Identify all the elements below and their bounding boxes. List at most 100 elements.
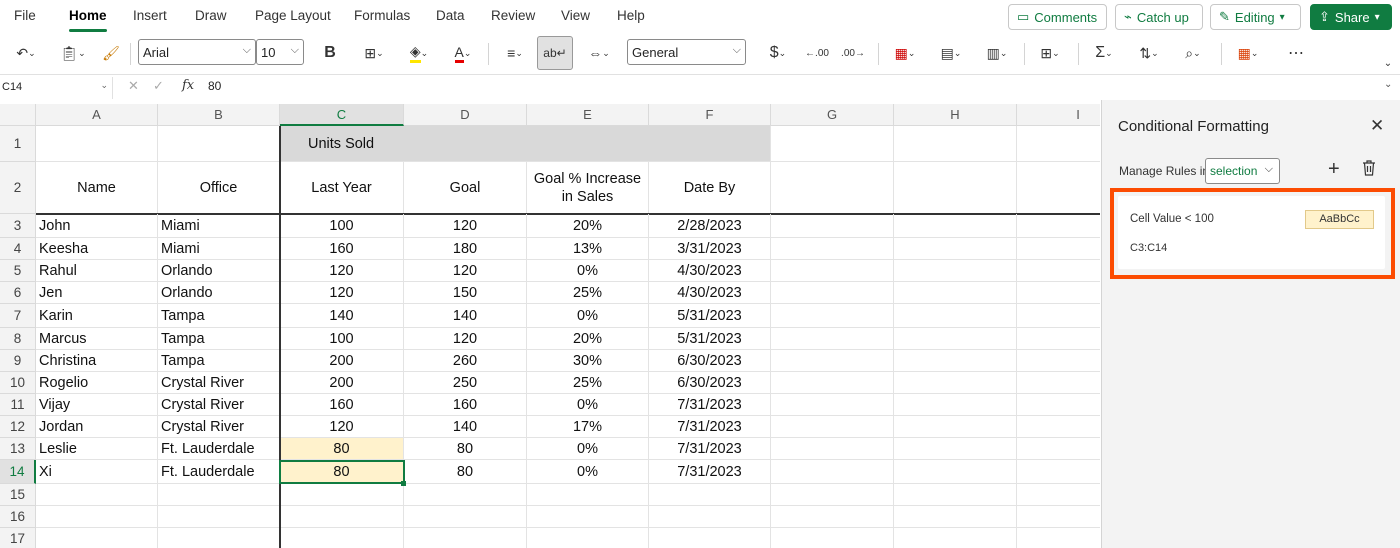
cell-i1[interactable] [1017,126,1100,162]
column-header-g[interactable]: G [771,104,894,126]
currency-button[interactable]: $ ⌄ [760,39,796,67]
empty-cell[interactable] [894,304,1017,328]
borders-button[interactable]: ⊞ ⌄ [356,39,392,67]
expand-ribbon-button[interactable]: ⌄ [1380,49,1396,77]
fill-color-button[interactable]: ◈ ⌄ [401,39,437,67]
empty-cell[interactable] [771,328,894,350]
empty-cell[interactable] [894,260,1017,282]
editing-button[interactable]: ✎ Editing ▾ [1210,4,1301,30]
empty-cell[interactable] [36,506,158,528]
empty-cell[interactable] [1017,506,1100,528]
cell-date-by[interactable]: 7/31/2023 [649,460,771,484]
empty-cell[interactable] [771,460,894,484]
cell-increase[interactable]: 0% [527,394,649,416]
row-header-3[interactable]: 3 [0,214,36,238]
office-header[interactable]: Office [158,162,280,214]
cell-increase[interactable]: 20% [527,328,649,350]
empty-cell[interactable] [894,372,1017,394]
date-by-header[interactable]: Date By [649,162,771,214]
empty-cell[interactable] [527,484,649,506]
cell-name[interactable]: Vijay [36,394,158,416]
empty-cell[interactable] [894,460,1017,484]
empty-cell[interactable] [771,394,894,416]
cell-office[interactable]: Ft. Lauderdale [158,460,280,484]
empty-cell[interactable] [894,350,1017,372]
cell-goal[interactable]: 180 [404,238,527,260]
goal-header[interactable]: Goal [404,162,527,214]
empty-cell[interactable] [1017,372,1100,394]
menu-draw[interactable]: Draw [195,8,227,23]
units-sold-header[interactable]: Units Sold [280,126,771,162]
cell-increase[interactable]: 13% [527,238,649,260]
menu-file[interactable]: File [14,8,36,23]
column-header-b[interactable]: B [158,104,280,126]
cell-name[interactable]: Jordan [36,416,158,438]
empty-cell[interactable] [1017,460,1100,484]
empty-cell[interactable] [1017,238,1100,260]
number-format-select[interactable]: General ⌵ [627,39,746,65]
cell-increase[interactable]: 20% [527,214,649,238]
row-header-2[interactable]: 2 [0,162,36,214]
name-header[interactable]: Name [36,162,158,214]
cell-goal[interactable]: 80 [404,438,527,460]
empty-cell[interactable] [1017,328,1100,350]
empty-cell[interactable] [649,484,771,506]
empty-cell[interactable] [771,506,894,528]
cell-last-year[interactable]: 100 [280,214,404,238]
cell-h1[interactable] [894,126,1017,162]
trash-icon[interactable] [1362,160,1376,181]
add-ins-button[interactable]: ▦ ⌄ [1230,39,1266,67]
cell-last-year[interactable]: 80 [280,438,404,460]
empty-cell[interactable] [1017,304,1100,328]
catch-up-button[interactable]: ⌁ Catch up [1115,4,1203,30]
cell-goal[interactable]: 140 [404,416,527,438]
cell-name[interactable]: Xi [36,460,158,484]
column-header-f[interactable]: F [649,104,771,126]
cell-date-by[interactable]: 4/30/2023 [649,282,771,304]
column-header-h[interactable]: H [894,104,1017,126]
insert-cells-button[interactable]: ⊞ ⌄ [1032,39,1068,67]
empty-cell[interactable] [649,528,771,548]
empty-cell[interactable] [1017,282,1100,304]
check-icon[interactable]: ✓ [153,78,164,94]
empty-cell[interactable] [527,528,649,548]
cell-office[interactable]: Tampa [158,304,280,328]
conditional-formatting-button[interactable]: ▦ ⌄ [887,39,923,67]
autosum-button[interactable]: Σ ⌄ [1086,39,1122,67]
row-header-9[interactable]: 9 [0,350,36,372]
row-header-7[interactable]: 7 [0,304,36,328]
cell-office[interactable]: Miami [158,238,280,260]
format-painter-button[interactable]: 🖌︎ [98,39,124,67]
cell-office[interactable]: Tampa [158,328,280,350]
empty-cell[interactable] [894,328,1017,350]
cell-office[interactable]: Ft. Lauderdale [158,438,280,460]
empty-cell[interactable] [771,238,894,260]
empty-cell[interactable] [649,506,771,528]
cell-office[interactable]: Crystal River [158,416,280,438]
empty-cell[interactable] [894,214,1017,238]
empty-cell[interactable] [894,416,1017,438]
cell-last-year[interactable]: 160 [280,394,404,416]
cancel-icon[interactable]: ✕ [128,78,139,94]
cell-goal[interactable]: 80 [404,460,527,484]
column-header-c[interactable]: C [280,104,404,126]
empty-cell[interactable] [771,304,894,328]
column-header-d[interactable]: D [404,104,527,126]
empty-cell[interactable] [280,506,404,528]
cell-last-year[interactable]: 200 [280,350,404,372]
column-header-i[interactable]: I [1017,104,1100,126]
cell-goal[interactable]: 260 [404,350,527,372]
cell-name[interactable]: Rogelio [36,372,158,394]
cell-last-year[interactable]: 100 [280,328,404,350]
empty-cell[interactable] [158,506,280,528]
empty-cell[interactable] [771,484,894,506]
empty-cell[interactable] [404,528,527,548]
menu-formulas[interactable]: Formulas [354,8,410,23]
row-header-11[interactable]: 11 [0,394,36,416]
last-year-header[interactable]: Last Year [280,162,404,214]
empty-cell[interactable] [1017,528,1100,548]
cell-a1[interactable] [36,126,158,162]
comments-button[interactable]: ▭ Comments [1008,4,1107,30]
column-header-a[interactable]: A [36,104,158,126]
empty-cell[interactable] [894,528,1017,548]
